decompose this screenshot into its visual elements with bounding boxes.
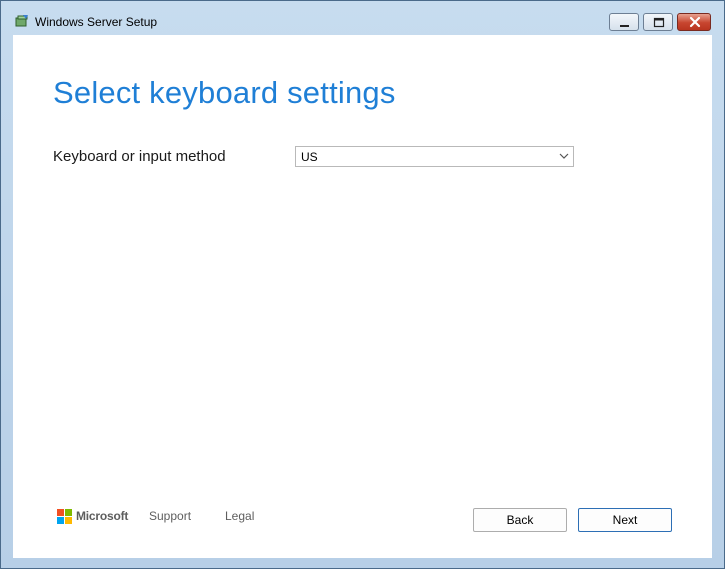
chevron-down-icon bbox=[559, 153, 569, 159]
minimize-button[interactable] bbox=[609, 13, 639, 31]
close-button[interactable] bbox=[677, 13, 711, 31]
back-button[interactable]: Back bbox=[473, 508, 567, 532]
title-bar[interactable]: Windows Server Setup bbox=[1, 1, 724, 35]
maximize-button[interactable] bbox=[643, 13, 673, 31]
next-button[interactable]: Next bbox=[578, 508, 672, 532]
minimize-icon bbox=[620, 25, 629, 27]
keyboard-label: Keyboard or input method bbox=[53, 148, 226, 165]
window-title: Windows Server Setup bbox=[35, 15, 158, 29]
keyboard-selected-value: US bbox=[301, 150, 318, 164]
setup-window: Windows Server Setup Select keyboard set… bbox=[0, 0, 725, 569]
support-link[interactable]: Support bbox=[149, 509, 191, 523]
setup-content: Select keyboard settings Keyboard or inp… bbox=[13, 35, 712, 558]
keyboard-select[interactable]: US bbox=[295, 146, 574, 167]
legal-link[interactable]: Legal bbox=[225, 509, 254, 523]
maximize-icon bbox=[653, 17, 665, 28]
microsoft-logo-icon bbox=[57, 509, 72, 524]
microsoft-brand: Microsoft bbox=[76, 509, 129, 523]
close-icon bbox=[689, 16, 701, 28]
page-title: Select keyboard settings bbox=[53, 75, 396, 110]
setup-icon bbox=[15, 13, 29, 27]
